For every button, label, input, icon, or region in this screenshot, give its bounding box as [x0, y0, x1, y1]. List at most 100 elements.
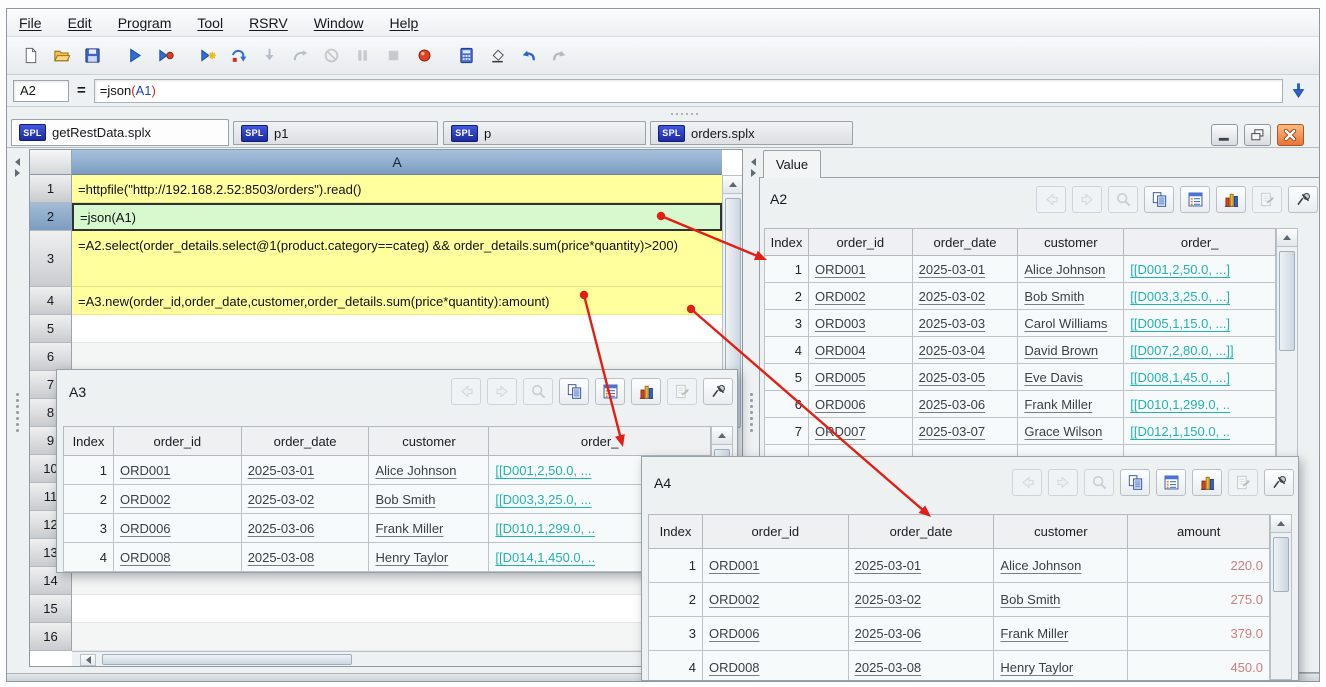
calculator-button[interactable]: [453, 43, 479, 69]
cell-customer[interactable]: Grace Wilson: [1024, 424, 1102, 439]
cell-order_id[interactable]: ORD003: [815, 316, 866, 331]
cell-order_[interactable]: [[D010,1,299.0, ..: [1130, 397, 1230, 412]
row-header-16[interactable]: 16: [30, 623, 72, 651]
grid-cell-A3[interactable]: =A2.select(order_details.select@1(produc…: [72, 231, 722, 287]
chart-button[interactable]: [1216, 186, 1246, 213]
cell-order_[interactable]: [[D010,1,299.0, ..: [495, 521, 595, 536]
right-splitter-drag-handle[interactable]: [750, 393, 753, 432]
cell-order_id[interactable]: ORD001: [815, 262, 866, 277]
new-file-button[interactable]: [17, 43, 43, 69]
cell-customer[interactable]: Alice Johnson: [1024, 262, 1105, 277]
chart-button[interactable]: [1192, 469, 1222, 496]
breakpoint-button[interactable]: [411, 43, 437, 69]
row-header-2[interactable]: 2: [30, 203, 72, 231]
left-splitter-drag-handle[interactable]: [16, 393, 19, 432]
grid-cell-A2[interactable]: =json(A1): [72, 203, 722, 231]
cell-order_date[interactable]: 2025-03-05: [919, 370, 986, 385]
scroll-up-icon[interactable]: [1271, 515, 1291, 533]
grid-cell-A15[interactable]: [72, 595, 722, 623]
cell-customer[interactable]: Frank Miller: [1024, 397, 1092, 412]
record-view-button[interactable]: [1180, 186, 1210, 213]
row-header-4[interactable]: 4: [30, 287, 72, 315]
cell-customer[interactable]: Bob Smith: [375, 492, 435, 507]
row-header-6[interactable]: 6: [30, 343, 72, 371]
scrollbar-thumb[interactable]: [102, 654, 352, 665]
cell-order_id[interactable]: ORD005: [815, 370, 866, 385]
save-button[interactable]: [79, 43, 105, 69]
scroll-left-icon[interactable]: [80, 654, 96, 666]
toolbar-drag-handle[interactable]: [671, 113, 698, 115]
scroll-up-icon[interactable]: [723, 176, 743, 194]
tab-p[interactable]: SPL p: [443, 121, 646, 145]
cell-order_[interactable]: [[D003,3,25.0, ...: [495, 492, 591, 507]
debug-run-button[interactable]: [152, 43, 178, 69]
left-splitter-collapse-icon[interactable]: [11, 155, 23, 180]
close-button[interactable]: [1277, 124, 1304, 146]
menu-window[interactable]: Window: [314, 15, 364, 31]
scroll-up-icon[interactable]: [1277, 229, 1297, 247]
step-over-button[interactable]: [225, 43, 251, 69]
cell-order_date[interactable]: 2025-03-01: [919, 262, 986, 277]
cell-order_date[interactable]: 2025-03-06: [248, 521, 315, 536]
cell-order_date[interactable]: 2025-03-08: [855, 660, 922, 675]
cell-customer[interactable]: Alice Johnson: [1000, 558, 1081, 573]
cell-order_[interactable]: [[D007,2,80.0, ...]]: [1130, 343, 1233, 358]
cell-customer[interactable]: Eve Davis: [1024, 370, 1083, 385]
cell-customer[interactable]: Alice Johnson: [375, 463, 456, 478]
cell-order_id[interactable]: ORD008: [709, 660, 760, 675]
cell-customer[interactable]: Frank Miller: [375, 521, 443, 536]
cell-order_[interactable]: [[D001,2,50.0, ...]: [1130, 262, 1230, 277]
pin-button[interactable]: [1264, 469, 1294, 496]
menu-rsrv[interactable]: RSRV: [249, 15, 288, 31]
cell-order_date[interactable]: 2025-03-02: [248, 492, 315, 507]
scrollbar-thumb[interactable]: [1279, 251, 1295, 351]
cell-order_[interactable]: [[D005,1,15.0, ...]: [1130, 316, 1230, 331]
cell-order_id[interactable]: ORD006: [815, 397, 866, 412]
menu-file[interactable]: File: [19, 15, 42, 31]
cell-order_id[interactable]: ORD004: [815, 343, 866, 358]
grid-corner[interactable]: [30, 150, 72, 175]
cell-order_[interactable]: [[D012,1,150.0, ..: [1130, 424, 1230, 439]
cell-order_id[interactable]: ORD002: [815, 289, 866, 304]
grid-cell-A6[interactable]: [72, 343, 722, 371]
record-view-button[interactable]: [595, 378, 625, 405]
column-header-A[interactable]: A: [72, 150, 722, 175]
open-file-button[interactable]: [48, 43, 74, 69]
cell-order_date[interactable]: 2025-03-07: [919, 424, 986, 439]
cell-order_date[interactable]: 2025-03-06: [855, 626, 922, 641]
cell-order_id[interactable]: ORD006: [709, 626, 760, 641]
cell-order_id[interactable]: ORD002: [120, 492, 171, 507]
menu-program[interactable]: Program: [118, 15, 172, 31]
cell-order_date[interactable]: 2025-03-02: [919, 289, 986, 304]
formula-input[interactable]: =json(A1): [94, 79, 1283, 103]
cell-order_date[interactable]: 2025-03-06: [919, 397, 986, 412]
cell-order_id[interactable]: ORD002: [709, 592, 760, 607]
tab-getrestdata-splx[interactable]: SPL getRestData.splx: [11, 119, 229, 146]
cell-customer[interactable]: Henry Taylor: [375, 550, 448, 565]
grid-cell-A1[interactable]: =httpfile("http://192.168.2.52:8503/orde…: [72, 175, 722, 203]
step-run-button[interactable]: [194, 43, 220, 69]
run-button[interactable]: [121, 43, 147, 69]
a4-table-scrollbar[interactable]: [1270, 514, 1292, 680]
cell-customer[interactable]: David Brown: [1024, 343, 1098, 358]
cell-customer[interactable]: Henry Taylor: [1000, 660, 1073, 675]
cell-order_id[interactable]: ORD006: [120, 521, 171, 536]
row-header-1[interactable]: 1: [30, 175, 72, 203]
cell-customer[interactable]: Bob Smith: [1024, 289, 1084, 304]
chart-button[interactable]: [631, 378, 661, 405]
expand-formula-button[interactable]: [1283, 78, 1313, 104]
cell-customer[interactable]: Carol Williams: [1024, 316, 1107, 331]
grid-cell-A5[interactable]: [72, 315, 722, 343]
cell-order_id[interactable]: ORD001: [120, 463, 171, 478]
copy-button[interactable]: [1144, 186, 1174, 213]
row-header-3[interactable]: 3: [30, 231, 72, 287]
cell-order_[interactable]: [[D003,3,25.0, ...]: [1130, 289, 1230, 304]
record-view-button[interactable]: [1156, 469, 1186, 496]
cell-order_date[interactable]: 2025-03-04: [919, 343, 986, 358]
scroll-up-icon[interactable]: [712, 427, 732, 445]
pin-button[interactable]: [703, 378, 733, 405]
cell-order_date[interactable]: 2025-03-01: [248, 463, 315, 478]
cell-order_id[interactable]: ORD001: [709, 558, 760, 573]
cell-order_[interactable]: [[D001,2,50.0, ...: [495, 463, 591, 478]
menu-edit[interactable]: Edit: [68, 15, 92, 31]
